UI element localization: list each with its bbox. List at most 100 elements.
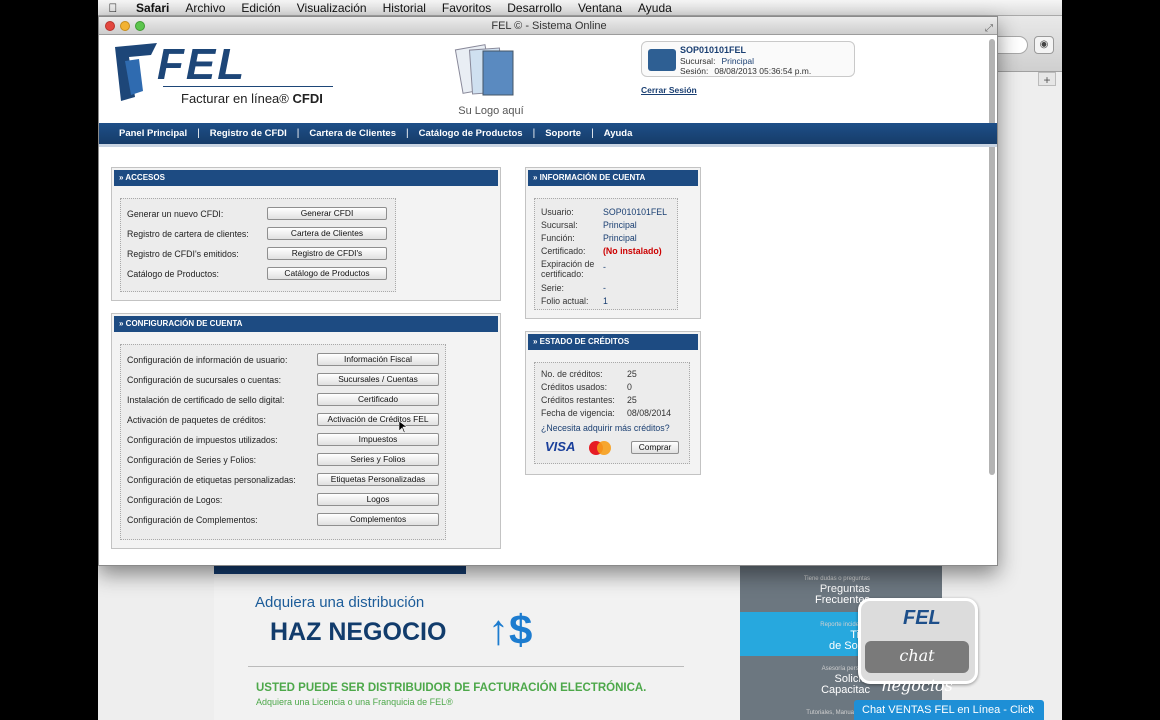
creditos-usados: 0: [627, 382, 632, 392]
series-folios-button[interactable]: Series y Folios: [317, 453, 439, 466]
comprar-button[interactable]: Comprar: [631, 441, 679, 454]
banner-divider: [248, 666, 684, 667]
certificado-button[interactable]: Certificado: [317, 393, 439, 406]
zoom-window-icon[interactable]: [135, 21, 145, 31]
informacion-fiscal-button[interactable]: Información Fiscal: [317, 353, 439, 366]
cuenta-key-sucursal: Sucursal:: [541, 220, 578, 230]
activacion-creditos-button[interactable]: Activación de Créditos FEL: [317, 413, 439, 426]
registro-cfdis-button[interactable]: Registro de CFDI's: [267, 247, 387, 260]
accesos-label-0: Generar un nuevo CFDI:: [127, 209, 224, 219]
config-label-5: Configuración de Series y Folios:: [127, 455, 257, 465]
impuestos-button[interactable]: Impuestos: [317, 433, 439, 446]
chat-bar-label: Chat VENTAS FEL en Línea - Click: [862, 704, 1034, 716]
sucursales-cuentas-button[interactable]: Sucursales / Cuentas: [317, 373, 439, 386]
menu-ayuda[interactable]: Ayuda: [630, 1, 680, 15]
session-sucursal-row: Sucursal: Principal: [680, 56, 754, 66]
up-dollar-icon: ↑$: [488, 606, 533, 653]
chat-negocios-logo[interactable]: FEL chat negocios: [858, 598, 978, 695]
menu-historial[interactable]: Historial: [375, 1, 434, 15]
cartera-clientes-button[interactable]: Cartera de Clientes: [267, 227, 387, 240]
mac-menubar:  Safari Archivo Edición Visualización H…: [98, 0, 1062, 16]
cuenta-title: » INFORMACIÓN DE CUENTA: [528, 170, 698, 186]
close-window-icon[interactable]: [105, 21, 115, 31]
chat-logo-brand: FEL: [903, 607, 941, 629]
banner-adquiera: Adquiera una distribución: [255, 594, 425, 611]
logo-tagline-text: Facturar en línea®: [181, 91, 289, 106]
nav-soporte[interactable]: Soporte: [535, 128, 591, 139]
accesos-label-1: Registro de cartera de clientes:: [127, 229, 249, 239]
config-label-1: Configuración de sucursales o cuentas:: [127, 375, 282, 385]
creditos-total: 25: [627, 369, 637, 379]
chat-ventas-bar[interactable]: Chat VENTAS FEL en Línea - Click ^: [854, 700, 1044, 720]
config-label-8: Configuración de Complementos:: [127, 515, 258, 525]
accesos-title: » ACCESOS: [114, 170, 498, 186]
creditos-key-2: Créditos restantes:: [541, 395, 615, 405]
nav-panel-principal[interactable]: Panel Principal: [99, 128, 197, 139]
fullscreen-icon[interactable]: ⤢: [985, 20, 993, 38]
screen:  Safari Archivo Edición Visualización H…: [98, 0, 1062, 720]
creditos-panel: » ESTADO DE CRÉDITOS No. de créditos: 25…: [525, 331, 701, 475]
minimize-window-icon[interactable]: [120, 21, 130, 31]
configuracion-box: Configuración de información de usuario:…: [120, 344, 446, 540]
menu-favoritos[interactable]: Favoritos: [434, 1, 499, 15]
cuenta-serie: -: [603, 283, 606, 293]
background-reader-button[interactable]: ◉: [1034, 36, 1054, 54]
logo-brand: FEL: [157, 40, 247, 89]
catalogo-productos-button[interactable]: Catálogo de Productos: [267, 267, 387, 280]
configuracion-title: » CONFIGURACIÓN DE CUENTA: [114, 316, 498, 332]
fel-logo[interactable]: FEL Facturar en línea® CFDI: [111, 41, 341, 111]
cuenta-panel: » INFORMACIÓN DE CUENTA Usuario: SOP0101…: [525, 167, 701, 319]
cuenta-key-folio: Folio actual:: [541, 296, 589, 306]
main-nav: Panel Principal | Registro de CFDI | Car…: [99, 123, 997, 147]
creditos-key-1: Créditos usados:: [541, 382, 608, 392]
creditos-restantes: 25: [627, 395, 637, 405]
accesos-panel: » ACCESOS Generar un nuevo CFDI: Generar…: [111, 167, 501, 301]
logos-button[interactable]: Logos: [317, 493, 439, 506]
session-time: 08/08/2013 05:36:54 p.m.: [714, 66, 812, 76]
cuenta-sucursal: Principal: [603, 220, 637, 230]
menu-desarrollo[interactable]: Desarrollo: [499, 1, 570, 15]
creditos-box: No. de créditos: 25 Créditos usados: 0 C…: [534, 362, 690, 464]
session-sucursal-label: Sucursal:: [680, 56, 716, 66]
accesos-label-3: Catálogo de Productos:: [127, 269, 219, 279]
chat-logo-text: chat negocios: [865, 641, 969, 695]
menu-app[interactable]: Safari: [128, 1, 177, 15]
session-user: SOP010101FEL: [680, 45, 747, 55]
menu-visualizacion[interactable]: Visualización: [289, 1, 375, 15]
accesos-box: Generar un nuevo CFDI: Generar CFDI Regi…: [120, 198, 396, 292]
cuenta-key-certificado: Certificado:: [541, 246, 586, 256]
session-sucursal: Principal: [721, 56, 755, 66]
nav-ayuda[interactable]: Ayuda: [594, 128, 643, 139]
config-label-2: Instalación de certificado de sello digi…: [127, 395, 285, 405]
su-logo-label: Su Logo aquí: [458, 105, 524, 117]
accesos-label-2: Registro de CFDI's emitidos:: [127, 249, 239, 259]
new-tab-plus-icon[interactable]: +: [1038, 72, 1056, 87]
menu-ventana[interactable]: Ventana: [570, 1, 630, 15]
configuracion-panel: » CONFIGURACIÓN DE CUENTA Configuración …: [111, 313, 501, 549]
complementos-button[interactable]: Complementos: [317, 513, 439, 526]
nav-catalogo-productos[interactable]: Catálogo de Productos: [409, 128, 533, 139]
apple-icon[interactable]: : [98, 1, 128, 15]
user-session-box: SOP010101FEL Sucursal: Principal Sesión: 0…: [641, 41, 855, 77]
session-sesion-label: Sesión:: [680, 66, 709, 76]
generar-cfdi-button[interactable]: Generar CFDI: [267, 207, 387, 220]
cuenta-key-funcion: Función:: [541, 233, 575, 243]
creditos-key-3: Fecha de vigencia:: [541, 408, 615, 418]
creditos-key-0: No. de créditos:: [541, 369, 603, 379]
cuenta-usuario: SOP010101FEL: [603, 207, 668, 217]
cuenta-folio: 1: [603, 296, 608, 306]
cerrar-sesion-link[interactable]: Cerrar Sesión: [641, 85, 697, 95]
nav-registro-cfdi[interactable]: Registro de CFDI: [200, 128, 297, 139]
vertical-scrollbar[interactable]: [989, 39, 995, 475]
su-logo-placeholder: Su Logo aquí: [449, 41, 529, 121]
menu-archivo[interactable]: Archivo: [177, 1, 233, 15]
config-label-0: Configuración de información de usuario:: [127, 355, 288, 365]
creditos-question: ¿Necesita adquirir más créditos?: [541, 423, 670, 433]
config-label-7: Configuración de Logos:: [127, 495, 223, 505]
logo-tagline-cfdi: CFDI: [292, 91, 323, 106]
config-label-4: Configuración de impuestos utilizados:: [127, 435, 278, 445]
nav-cartera-clientes[interactable]: Cartera de Clientes: [299, 128, 406, 139]
menu-edicion[interactable]: Edición: [233, 1, 288, 15]
chevron-up-icon[interactable]: ^: [1029, 705, 1034, 717]
etiquetas-personalizadas-button[interactable]: Etiquetas Personalizadas: [317, 473, 439, 486]
